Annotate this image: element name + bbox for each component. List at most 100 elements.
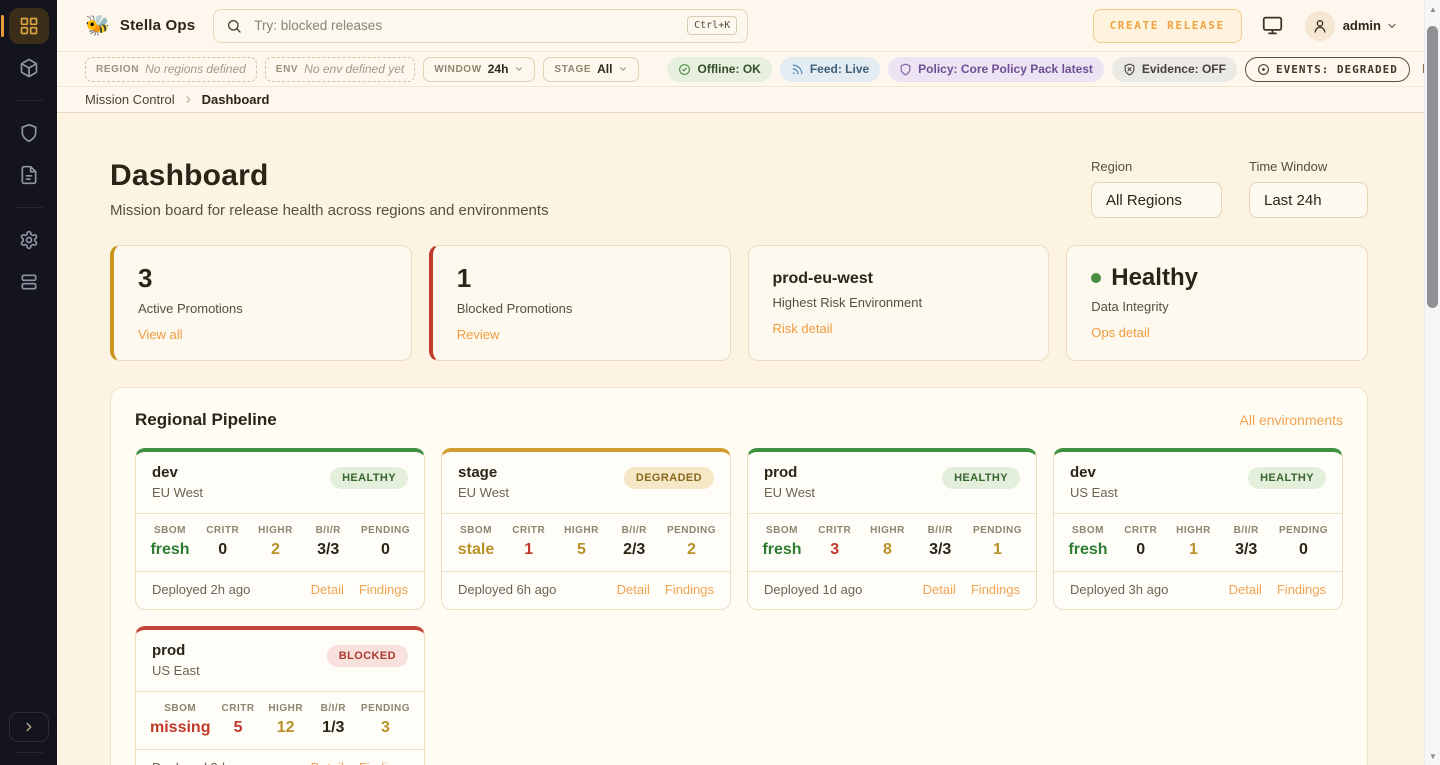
- region-context-pill[interactable]: REGION No regions defined: [85, 57, 257, 82]
- page-subtitle: Mission board for release health across …: [110, 202, 549, 219]
- user-menu-label[interactable]: admin: [1343, 18, 1381, 33]
- search-input[interactable]: [254, 18, 687, 33]
- summary-card-link[interactable]: Ops detail: [1091, 325, 1150, 340]
- all-environments-link[interactable]: All environments: [1240, 412, 1344, 428]
- sidebar-item-releases[interactable]: [9, 50, 49, 86]
- pipeline-card-stats: SBOMmissingCRITR5HIGHR12B/I/R1/3PENDING3: [136, 691, 424, 750]
- pipeline-card[interactable]: prod EU West HEALTHY SBOMfreshCRITR3HIGH…: [747, 448, 1037, 610]
- pipeline-card-env: prod: [152, 642, 200, 659]
- summary-card-link[interactable]: Review: [457, 327, 500, 342]
- detail-link[interactable]: Detail: [1229, 582, 1262, 597]
- display-mode-button[interactable]: [1262, 15, 1283, 36]
- detail-link[interactable]: Detail: [617, 582, 650, 597]
- summary-card[interactable]: 1 Blocked Promotions Review: [429, 245, 731, 361]
- pipeline-card[interactable]: dev US East HEALTHY SBOMfreshCRITR0HIGHR…: [1053, 448, 1343, 610]
- sidebar-item-settings[interactable]: [9, 222, 49, 258]
- pipeline-card[interactable]: prod US East BLOCKED SBOMmissingCRITR5HI…: [135, 626, 425, 765]
- gear-icon: [19, 230, 39, 250]
- pipeline-card-region: EU West: [458, 485, 509, 500]
- status-badge: HEALTHY: [942, 467, 1020, 489]
- stat-pending: PENDING0: [361, 525, 410, 559]
- summary-card-link[interactable]: Risk detail: [773, 321, 833, 336]
- pipeline-cards-grid: dev EU West HEALTHY SBOMfreshCRITR0HIGHR…: [135, 448, 1343, 765]
- window-dropdown[interactable]: WINDOW 24h: [423, 57, 535, 82]
- pipeline-card-footer: Deployed 3h ago Detail Findings: [1054, 572, 1342, 609]
- stat-value: 8: [867, 541, 907, 559]
- stat-label: B/I/R: [1226, 525, 1266, 536]
- summary-cards: 3 Active Promotions View all 1 Blocked P…: [110, 245, 1368, 361]
- pipeline-card-env: dev: [152, 464, 203, 481]
- sidebar-item-security[interactable]: [9, 115, 49, 151]
- detail-link[interactable]: Detail: [311, 760, 344, 765]
- evidence-status-pill[interactable]: Evidence: OFF: [1112, 57, 1237, 82]
- summary-card-link[interactable]: View all: [138, 327, 183, 342]
- region-context-label: REGION: [96, 64, 139, 75]
- user-menu[interactable]: [1386, 20, 1398, 32]
- scrollbar-thumb[interactable]: [1427, 26, 1438, 308]
- pipeline-card-titles: prod US East: [152, 642, 200, 678]
- page-header: Dashboard Mission board for release heal…: [110, 159, 1368, 219]
- summary-card-value-row: prod-eu-west: [773, 264, 1025, 288]
- stat-pending: PENDING0: [1279, 525, 1328, 559]
- user-icon: [1312, 18, 1328, 34]
- avatar[interactable]: [1305, 11, 1335, 41]
- pipeline-card-links: Detail Findings: [1229, 582, 1326, 597]
- stat-pending: PENDING3: [361, 703, 410, 737]
- stat-bir: B/I/R3/3: [308, 525, 348, 559]
- breadcrumb-parent[interactable]: Mission Control: [85, 92, 175, 107]
- findings-link[interactable]: Findings: [359, 582, 408, 597]
- stat-highr: HIGHR1: [1173, 525, 1213, 559]
- scrollbar-down-arrow[interactable]: ▼: [1425, 748, 1440, 764]
- sidebar-item-dashboard[interactable]: [9, 8, 49, 44]
- stat-label: B/I/R: [308, 525, 348, 536]
- shield-x-icon: [1123, 63, 1136, 76]
- feed-status-pill[interactable]: Feed: Live: [780, 57, 880, 82]
- sidebar-expand-button[interactable]: [9, 712, 49, 742]
- summary-card[interactable]: prod-eu-west Highest Risk Environment Ri…: [748, 245, 1050, 361]
- pipeline-card-stats: SBOMfreshCRITR0HIGHR1B/I/R3/3PENDING0: [1054, 513, 1342, 572]
- findings-link[interactable]: Findings: [971, 582, 1020, 597]
- status-badge: BLOCKED: [327, 645, 408, 667]
- summary-card[interactable]: Healthy Data Integrity Ops detail: [1066, 245, 1368, 361]
- pipeline-card-env: stage: [458, 464, 509, 481]
- deployed-timestamp: Deployed 6h ago: [458, 582, 556, 597]
- pipeline-card[interactable]: stage EU West DEGRADED SBOMstaleCRITR1HI…: [441, 448, 731, 610]
- findings-link[interactable]: Findings: [1277, 582, 1326, 597]
- deployed-timestamp: Deployed 3d ago: [152, 760, 250, 765]
- events-status-pill[interactable]: EVENTS: DEGRADED: [1245, 57, 1410, 82]
- global-search[interactable]: Ctrl+K: [213, 9, 748, 43]
- stage-dropdown[interactable]: STAGE All: [543, 57, 639, 82]
- stat-highr: HIGHR2: [255, 525, 295, 559]
- policy-status-pill[interactable]: Policy: Core Policy Pack latest: [888, 57, 1104, 82]
- region-filter-select[interactable]: All Regions: [1091, 182, 1222, 218]
- findings-link[interactable]: Findings: [665, 582, 714, 597]
- sidebar-item-documents[interactable]: [9, 157, 49, 193]
- stat-value: fresh: [1068, 541, 1108, 559]
- summary-card-value: 3: [138, 264, 152, 294]
- stat-highr: HIGHR 12: [266, 703, 306, 737]
- detail-link[interactable]: Detail: [923, 582, 956, 597]
- env-context-pill[interactable]: ENV No env defined yet: [265, 57, 415, 82]
- pipeline-card[interactable]: dev EU West HEALTHY SBOMfreshCRITR0HIGHR…: [135, 448, 425, 610]
- stat-critr: CRITR0: [203, 525, 243, 559]
- time-window-filter-select[interactable]: Last 24h: [1249, 182, 1368, 218]
- pipeline-card-footer: Deployed 1d ago Detail Findings: [748, 572, 1036, 609]
- stat-value: 12: [266, 719, 306, 737]
- window-dropdown-value: 24h: [488, 62, 509, 76]
- events-status-label: EVENTS: DEGRADED: [1276, 63, 1398, 76]
- stat-sbom: SBOMstale: [456, 525, 496, 559]
- summary-card-label: Blocked Promotions: [457, 301, 706, 316]
- detail-link[interactable]: Detail: [311, 582, 344, 597]
- breadcrumb-current: Dashboard: [202, 92, 270, 107]
- stat-label: HIGHR: [266, 703, 306, 714]
- offline-status-pill[interactable]: Offline: OK: [667, 57, 771, 82]
- pipeline-card-footer: Deployed 6h ago Detail Findings: [442, 572, 730, 609]
- sidebar-item-infrastructure[interactable]: [9, 264, 49, 300]
- deployed-timestamp: Deployed 1d ago: [764, 582, 862, 597]
- create-release-button[interactable]: CREATE RELEASE: [1093, 9, 1242, 43]
- check-circle-icon: [678, 63, 691, 76]
- findings-link[interactable]: Findings: [359, 760, 408, 765]
- scrollbar-up-arrow[interactable]: ▲: [1425, 1, 1440, 17]
- summary-card[interactable]: 3 Active Promotions View all: [110, 245, 412, 361]
- page-scrollbar[interactable]: ▲ ▼: [1424, 0, 1440, 765]
